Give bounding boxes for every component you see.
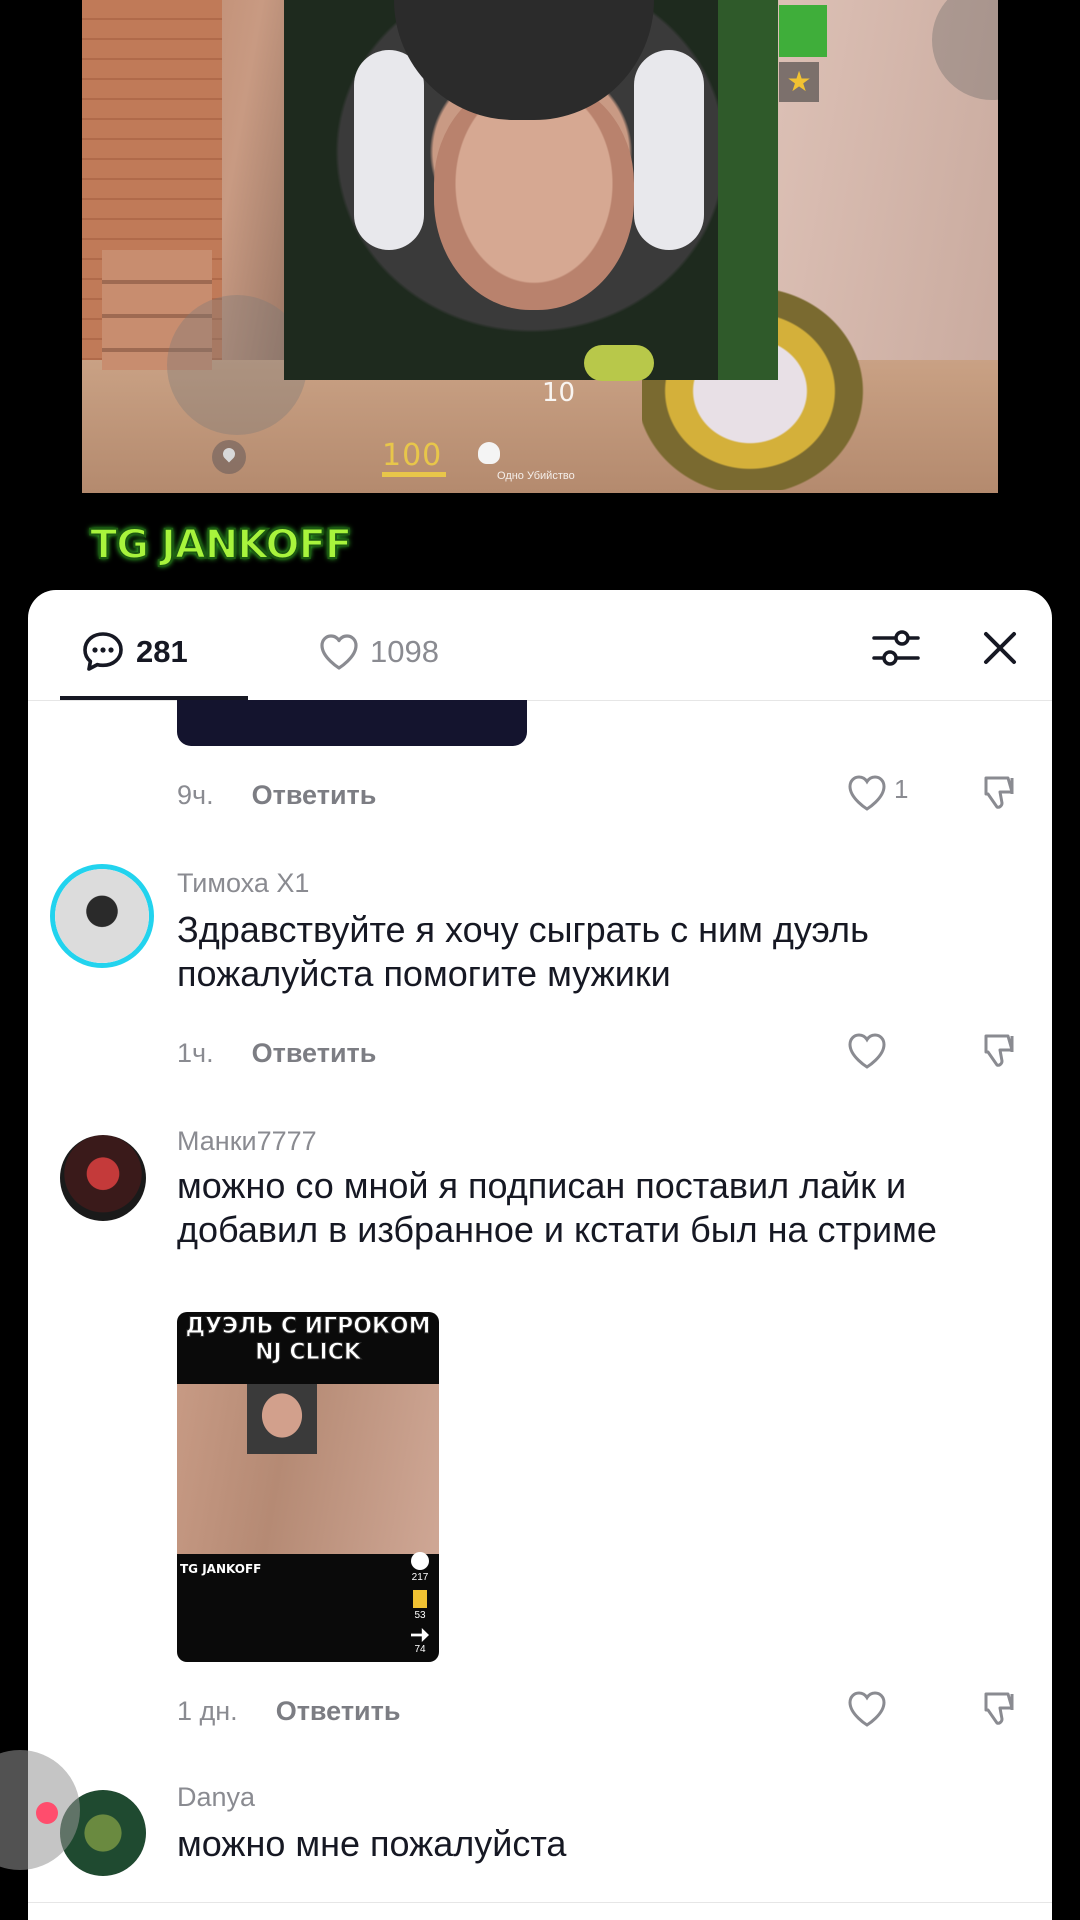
reply-button[interactable]: Ответить <box>252 780 377 811</box>
dislike-icon[interactable] <box>978 1028 1024 1074</box>
comment-username[interactable]: Danya <box>177 1782 255 1813</box>
reply-button[interactable]: Ответить <box>276 1696 401 1727</box>
avatar[interactable] <box>50 864 154 968</box>
share-icon <box>411 1628 429 1642</box>
tab-likes[interactable]: 1098 <box>316 624 439 680</box>
close-icon[interactable] <box>970 618 1030 678</box>
reply-button[interactable]: Ответить <box>252 1038 377 1069</box>
hud-health: 100 <box>382 438 443 473</box>
thumbnail-comments: 217 <box>411 1572 429 1583</box>
thumbnail-saves: 53 <box>414 1610 426 1621</box>
avatar[interactable] <box>60 1135 146 1221</box>
channel-badge: TG JANKOFF <box>89 521 353 569</box>
comment-video-thumbnail[interactable]: ДУЭЛЬ С ИГРОКОМ NJ CLICK TG JANKOFF 217 … <box>177 1312 439 1662</box>
likes-count: 1098 <box>370 634 439 669</box>
heart-icon[interactable] <box>844 1686 890 1732</box>
comment-bubble-icon <box>411 1552 429 1570</box>
thumbnail-action-rail: 217 53 74 <box>405 1548 435 1656</box>
thumbnail-shares: 74 <box>414 1644 426 1655</box>
comment-image[interactable] <box>177 700 527 746</box>
comments-sheet: 281 1098 9ч. Ответить 1 Тимоха X1 Здравс… <box>28 590 1052 1920</box>
star-icon: ★ <box>779 62 819 102</box>
comments-header: 281 1098 <box>28 590 1052 701</box>
tab-comments[interactable]: 281 <box>80 624 188 680</box>
hud-ammo: 10 <box>542 378 576 408</box>
streamer-webcam <box>284 0 778 381</box>
comment-username[interactable]: Тимоха X1 <box>177 868 309 899</box>
video-frame[interactable]: ★ 10 100 Одно Убийство <box>82 0 998 493</box>
comment-text: можно мне пожалуйста <box>177 1823 567 1864</box>
streamer-cap <box>394 0 654 120</box>
dislike-icon[interactable] <box>978 770 1024 816</box>
game-action-button <box>932 0 998 100</box>
thumbnail-webcam <box>247 1384 317 1454</box>
headphone-left <box>354 50 424 250</box>
comment-meta: 1ч. Ответить <box>177 1038 376 1069</box>
comments-count: 281 <box>136 634 188 669</box>
map-pin-icon <box>212 440 246 474</box>
webcam-background <box>718 0 778 380</box>
thumbnail-title: ДУЭЛЬ С ИГРОКОМ NJ CLICK <box>185 1314 431 1366</box>
skull-icon <box>478 442 500 464</box>
comment-meta: 9ч. Ответить <box>177 780 376 811</box>
comment-time: 1ч. <box>177 1038 214 1068</box>
comment-username[interactable]: Манки7777 <box>177 1126 317 1157</box>
headphone-right <box>634 50 704 250</box>
heart-icon[interactable] <box>844 1028 890 1074</box>
divider <box>28 1902 1052 1903</box>
comment-time: 1 дн. <box>177 1696 238 1726</box>
hud-health-bar <box>382 472 446 477</box>
heart-icon <box>320 634 358 670</box>
heart-icon[interactable] <box>844 770 890 816</box>
comment-text: можно со мной я подписан поставил лайк и… <box>177 1165 937 1250</box>
sliders-icon[interactable] <box>866 618 926 678</box>
hud-killfeed: Одно Убийство <box>497 470 575 482</box>
comment-text: Здравствуйте я хочу сыграть с ним дуэль … <box>177 909 869 994</box>
bookmark-icon <box>413 1590 427 1608</box>
microphone <box>584 345 654 381</box>
comment-time: 9ч. <box>177 780 214 810</box>
hud-indicator <box>779 5 827 57</box>
speech-bubble-icon <box>83 632 123 671</box>
comment-meta: 1 дн. Ответить <box>177 1696 400 1727</box>
comment-like-count: 1 <box>894 774 909 804</box>
thumbnail-badge: TG JANKOFF <box>180 1562 262 1576</box>
dislike-icon[interactable] <box>978 1686 1024 1732</box>
